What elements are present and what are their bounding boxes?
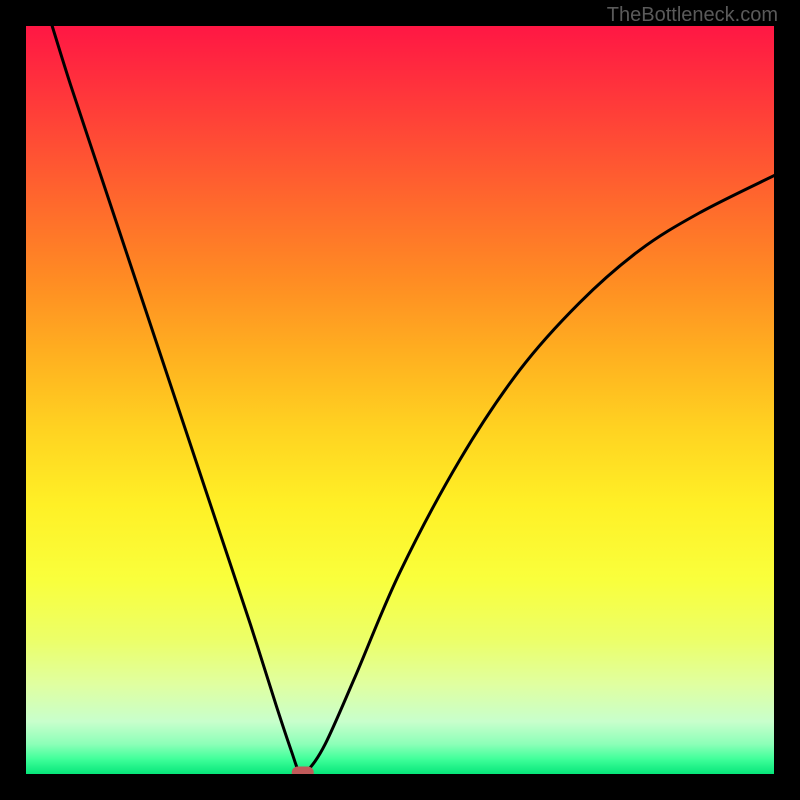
watermark-text: TheBottleneck.com: [607, 4, 778, 27]
chart-overlay: [26, 26, 774, 774]
chart-plot-area: [26, 26, 774, 774]
optimal-point-marker: [292, 767, 314, 775]
bottleneck-curve: [52, 26, 774, 774]
